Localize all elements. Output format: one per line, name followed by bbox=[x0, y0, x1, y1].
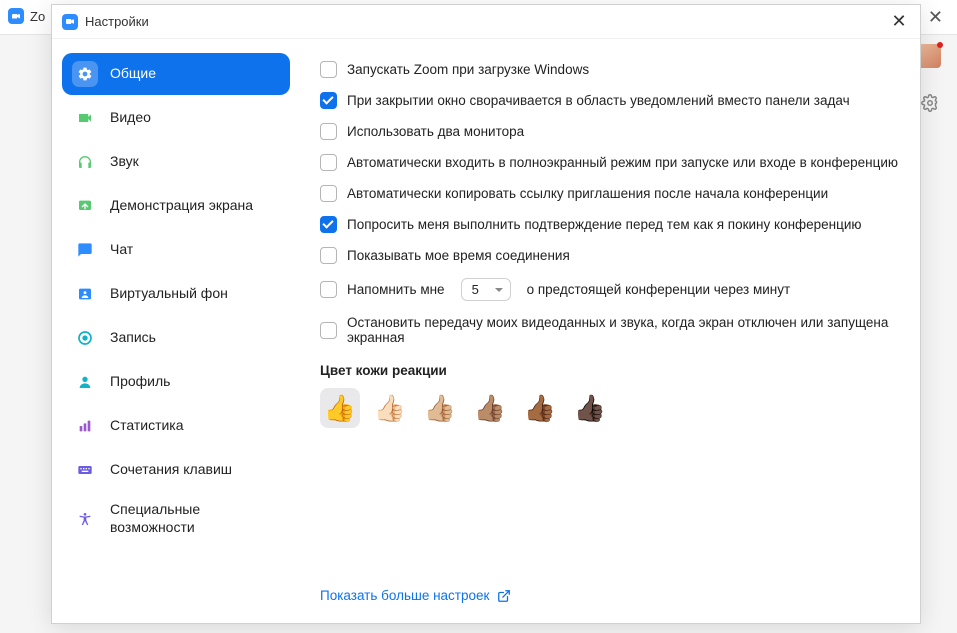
checkbox[interactable] bbox=[320, 216, 337, 233]
skin-tone-option-5[interactable]: 👍🏿 bbox=[570, 388, 610, 428]
skin-tone-option-0[interactable]: 👍 bbox=[320, 388, 360, 428]
remind-minutes-select[interactable]: 5 bbox=[461, 278, 511, 301]
sidebar-item-record[interactable]: Запись bbox=[62, 317, 290, 359]
settings-content: Запускать Zoom при загрузке Windows При … bbox=[300, 39, 920, 623]
option-label: Остановить передачу моих видеоданных и з… bbox=[347, 315, 900, 345]
settings-modal: Настройки ✕ Общие Видео Звук Демонстрация э… bbox=[51, 4, 921, 624]
sidebar-item-label: Общие bbox=[110, 65, 156, 83]
option-label: Автоматически копировать ссылку приглаше… bbox=[347, 186, 828, 201]
accessibility-icon bbox=[72, 506, 98, 532]
show-more-settings-link[interactable]: Показать больше настроек bbox=[320, 588, 511, 603]
chat-icon bbox=[72, 237, 98, 263]
checkbox[interactable] bbox=[320, 322, 337, 339]
sidebar-item-gear[interactable]: Общие bbox=[62, 53, 290, 95]
option-remind-me[interactable]: Напомнить мне 5 о предстоящей конференци… bbox=[320, 278, 900, 301]
option-label: Запускать Zoom при загрузке Windows bbox=[347, 62, 589, 77]
sidebar-item-video[interactable]: Видео bbox=[62, 97, 290, 139]
sidebar-item-label: Демонстрация экрана bbox=[110, 197, 253, 215]
sidebar-item-label: Виртуальный фон bbox=[110, 285, 228, 303]
sidebar-item-label: Профиль bbox=[110, 373, 170, 391]
sidebar-item-chat[interactable]: Чат bbox=[62, 229, 290, 271]
background-settings-icon[interactable] bbox=[921, 94, 939, 112]
skin-tone-heading: Цвет кожи реакции bbox=[320, 363, 900, 378]
skin-tone-option-3[interactable]: 👍🏽 bbox=[470, 388, 510, 428]
sidebar-item-label: Звук bbox=[110, 153, 139, 171]
remind-before-text: Напомнить мне bbox=[347, 282, 445, 297]
option-dual-monitors[interactable]: Использовать два монитора bbox=[320, 123, 900, 140]
modal-title: Настройки bbox=[62, 14, 149, 30]
zoom-icon bbox=[62, 14, 78, 30]
option-show-connection-time[interactable]: Показывать мое время соединения bbox=[320, 247, 900, 264]
sidebar-item-accessibility[interactable]: Специальные возможности bbox=[62, 493, 290, 544]
sidebar-item-label: Чат bbox=[110, 241, 133, 259]
headphones-icon bbox=[72, 149, 98, 175]
option-copy-invite-link[interactable]: Автоматически копировать ссылку приглаше… bbox=[320, 185, 900, 202]
checkbox[interactable] bbox=[320, 61, 337, 78]
modal-header: Настройки ✕ bbox=[52, 5, 920, 39]
checkbox[interactable] bbox=[320, 247, 337, 264]
sidebar-item-profile[interactable]: Профиль bbox=[62, 361, 290, 403]
screen-icon bbox=[72, 193, 98, 219]
stats-icon bbox=[72, 413, 98, 439]
show-more-label: Показать больше настроек bbox=[320, 588, 489, 603]
background-close-button[interactable]: ✕ bbox=[928, 7, 943, 28]
background-title-text: Zo bbox=[30, 9, 45, 24]
skin-tone-option-1[interactable]: 👍🏻 bbox=[370, 388, 410, 428]
video-icon bbox=[72, 105, 98, 131]
option-stop-av-on-screen-off[interactable]: Остановить передачу моих видеоданных и з… bbox=[320, 315, 900, 345]
option-label: Показывать мое время соединения bbox=[347, 248, 570, 263]
footer: Показать больше настроек bbox=[320, 578, 900, 611]
settings-sidebar: Общие Видео Звук Демонстрация экрана Чат Вирт… bbox=[52, 39, 300, 623]
sidebar-item-background[interactable]: Виртуальный фон bbox=[62, 273, 290, 315]
sidebar-item-label: Сочетания клавиш bbox=[110, 461, 232, 479]
checkbox[interactable] bbox=[320, 92, 337, 109]
option-fullscreen-on-start[interactable]: Автоматически входить в полноэкранный ре… bbox=[320, 154, 900, 171]
sidebar-item-label: Специальные возможности bbox=[110, 501, 280, 536]
option-label: При закрытии окно сворачивается в област… bbox=[347, 93, 850, 108]
checkbox[interactable] bbox=[320, 154, 337, 171]
sidebar-item-label: Статистика bbox=[110, 417, 184, 435]
background-icon bbox=[72, 281, 98, 307]
checkbox[interactable] bbox=[320, 123, 337, 140]
sidebar-item-stats[interactable]: Статистика bbox=[62, 405, 290, 447]
zoom-icon bbox=[8, 8, 24, 24]
option-label: Автоматически входить в полноэкранный ре… bbox=[347, 155, 898, 170]
skin-tone-row: 👍👍🏻👍🏼👍🏽👍🏾👍🏿 bbox=[320, 388, 900, 428]
option-label: Использовать два монитора bbox=[347, 124, 524, 139]
record-icon bbox=[72, 325, 98, 351]
checkbox[interactable] bbox=[320, 185, 337, 202]
keyboard-icon bbox=[72, 457, 98, 483]
remind-after-text: о предстоящей конференции через минут bbox=[527, 282, 791, 297]
option-start-with-windows[interactable]: Запускать Zoom при загрузке Windows bbox=[320, 61, 900, 78]
option-minimize-to-tray[interactable]: При закрытии окно сворачивается в област… bbox=[320, 92, 900, 109]
option-label: Попросить меня выполнить подтверждение п… bbox=[347, 217, 862, 232]
option-confirm-leave[interactable]: Попросить меня выполнить подтверждение п… bbox=[320, 216, 900, 233]
skin-tone-option-4[interactable]: 👍🏾 bbox=[520, 388, 560, 428]
skin-tone-option-2[interactable]: 👍🏼 bbox=[420, 388, 460, 428]
gear-icon bbox=[72, 61, 98, 87]
profile-icon bbox=[72, 369, 98, 395]
checkbox[interactable] bbox=[320, 281, 337, 298]
sidebar-item-headphones[interactable]: Звук bbox=[62, 141, 290, 183]
sidebar-item-label: Запись bbox=[110, 329, 156, 347]
modal-body: Общие Видео Звук Демонстрация экрана Чат Вирт… bbox=[52, 39, 920, 623]
background-window-title: Zo bbox=[8, 8, 45, 24]
modal-title-text: Настройки bbox=[85, 14, 149, 29]
sidebar-item-label: Видео bbox=[110, 109, 151, 127]
modal-close-button[interactable]: ✕ bbox=[888, 11, 910, 33]
external-link-icon bbox=[497, 589, 511, 603]
sidebar-item-keyboard[interactable]: Сочетания клавиш bbox=[62, 449, 290, 491]
sidebar-item-screen[interactable]: Демонстрация экрана bbox=[62, 185, 290, 227]
